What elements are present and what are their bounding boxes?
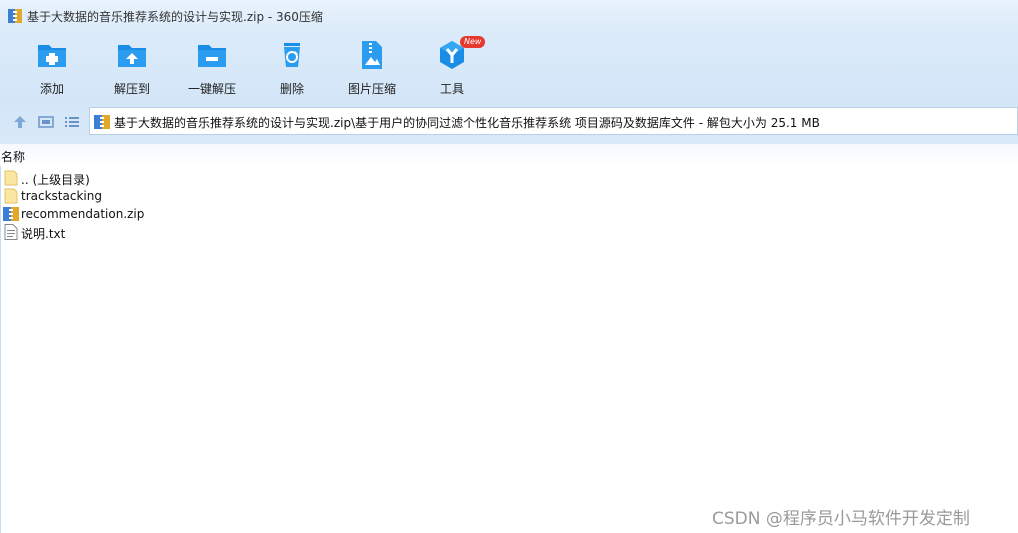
extract-to-button[interactable]: 解压到 (92, 36, 172, 98)
tools-button[interactable]: New 工具 (412, 36, 492, 98)
file-name: trackstacking (21, 189, 102, 203)
left-divider (0, 166, 1, 533)
zip-archive-icon (94, 115, 110, 129)
list-item-parent-directory[interactable]: .. (上级目录) (3, 169, 403, 187)
zip-archive-icon (8, 9, 22, 23)
list-item-text-file[interactable]: 说明.txt (3, 223, 403, 241)
column-header-row: 名称 (0, 144, 1018, 166)
title-bar: 基于大数据的音乐推荐系统的设计与实现.zip - 360压缩 (0, 0, 1018, 32)
new-badge: New (460, 36, 486, 48)
watermark-text: CSDN @程序员小马软件开发定制 (712, 509, 970, 529)
one-click-extract-icon (198, 45, 226, 67)
add-label: 添加 (39, 82, 64, 96)
folder-icon (4, 170, 18, 186)
file-name: recommendation.zip (21, 207, 145, 221)
recycle-delete-icon (284, 43, 300, 67)
one-click-extract-label: 一键解压 (187, 82, 236, 96)
file-name: .. (上级目录) (21, 173, 90, 187)
zip-archive-icon (3, 207, 19, 221)
extract-to-label: 解压到 (113, 82, 150, 96)
name-column-header[interactable]: 名称 (1, 148, 25, 165)
list-view-icon[interactable] (64, 114, 80, 130)
one-click-extract-button[interactable]: 一键解压 (172, 36, 252, 98)
main-toolbar: 添加 解压到 一键解压 删除 图片压缩 New 工具 (0, 32, 1018, 100)
file-name: 说明.txt (21, 227, 66, 241)
archive-path: 基于大数据的音乐推荐系统的设计与实现.zip\基于用户的协同过滤个性化音乐推荐系… (114, 116, 820, 130)
image-compress-button[interactable]: 图片压缩 (332, 36, 412, 98)
add-button[interactable]: 添加 (12, 36, 92, 98)
image-compress-icon (362, 41, 382, 69)
add-folder-icon (38, 45, 66, 67)
list-item-zip[interactable]: recommendation.zip (3, 205, 403, 223)
extract-to-icon (118, 45, 146, 67)
up-arrow-icon[interactable] (12, 114, 28, 130)
delete-label: 删除 (279, 82, 304, 96)
delete-button[interactable]: 删除 (252, 36, 332, 98)
window-title: 基于大数据的音乐推荐系统的设计与实现.zip - 360压缩 (27, 10, 323, 24)
image-compress-label: 图片压缩 (347, 82, 396, 96)
thumbnail-view-icon[interactable] (38, 114, 54, 130)
tools-label: 工具 (439, 82, 464, 96)
folder-icon (4, 188, 18, 204)
address-bar[interactable]: 基于大数据的音乐推荐系统的设计与实现.zip\基于用户的协同过滤个性化音乐推荐系… (89, 107, 1018, 135)
text-file-icon (4, 224, 18, 240)
list-item-folder[interactable]: trackstacking (3, 187, 403, 205)
